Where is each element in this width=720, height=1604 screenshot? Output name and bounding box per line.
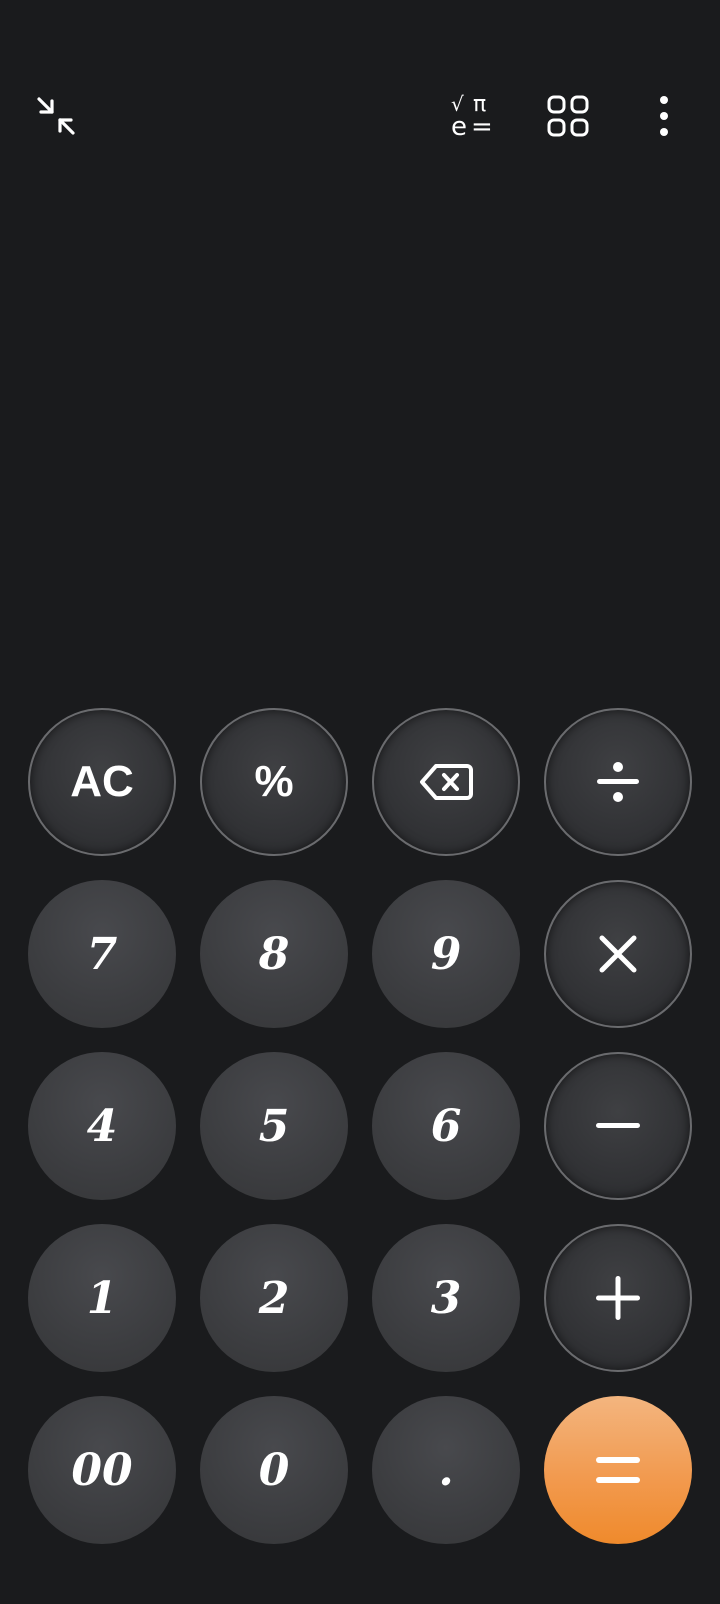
decimal-button[interactable]: . [372, 1396, 520, 1544]
converter-button[interactable] [532, 80, 604, 152]
e-symbol: e [451, 112, 467, 141]
digit-4-label: 4 [86, 1100, 118, 1152]
grid-icon [546, 94, 590, 138]
digit-8-button[interactable]: 8 [200, 880, 348, 1028]
multiply-icon [597, 933, 639, 975]
more-options-button[interactable] [628, 80, 700, 152]
percent-label: % [254, 757, 294, 806]
equals-button[interactable] [544, 1396, 692, 1544]
minus-icon [595, 1121, 641, 1131]
scientific-mode-button[interactable]: √ π e = [436, 80, 508, 152]
digit-5-label: 5 [258, 1100, 290, 1152]
multiply-button[interactable] [544, 880, 692, 1028]
digit-3-label: 3 [430, 1272, 462, 1324]
divide-button[interactable] [544, 708, 692, 856]
digit-8-label: 8 [258, 928, 290, 980]
backspace-icon [419, 762, 473, 802]
calculator-app: √ π e = AC % 7 8 9 4 5 6 1 2 3 00 0 . [0, 0, 720, 1604]
double-zero-button[interactable]: 00 [28, 1396, 176, 1544]
digit-1-label: 1 [86, 1272, 118, 1324]
equals-symbol: = [471, 112, 493, 141]
ac-label: AC [70, 757, 134, 806]
digit-2-button[interactable]: 2 [200, 1224, 348, 1372]
digit-0-button[interactable]: 0 [200, 1396, 348, 1544]
collapse-arrows-icon [36, 96, 76, 136]
digit-2-label: 2 [258, 1272, 290, 1324]
double-zero-label: 00 [71, 1444, 133, 1496]
backspace-button[interactable] [372, 708, 520, 856]
percent-button[interactable]: % [200, 708, 348, 856]
digit-7-button[interactable]: 7 [28, 880, 176, 1028]
more-vert-icon [657, 94, 671, 138]
plus-icon [595, 1275, 641, 1321]
digit-6-label: 6 [430, 1100, 462, 1152]
scientific-mode-icon: √ π e = [447, 91, 497, 141]
add-button[interactable] [544, 1224, 692, 1372]
display-area [28, 170, 692, 660]
digit-9-button[interactable]: 9 [372, 880, 520, 1028]
digit-3-button[interactable]: 3 [372, 1224, 520, 1372]
subtract-button[interactable] [544, 1052, 692, 1200]
ac-button[interactable]: AC [28, 708, 176, 856]
digit-5-button[interactable]: 5 [200, 1052, 348, 1200]
digit-1-button[interactable]: 1 [28, 1224, 176, 1372]
digit-0-label: 0 [258, 1444, 290, 1496]
equals-icon [595, 1454, 641, 1486]
collapse-button[interactable] [20, 80, 92, 152]
decimal-label: . [438, 1444, 454, 1496]
digit-7-label: 7 [86, 928, 118, 980]
digit-4-button[interactable]: 4 [28, 1052, 176, 1200]
toolbar: √ π e = [0, 80, 720, 152]
digit-6-button[interactable]: 6 [372, 1052, 520, 1200]
divide-icon [595, 759, 641, 805]
digit-9-label: 9 [430, 928, 462, 980]
